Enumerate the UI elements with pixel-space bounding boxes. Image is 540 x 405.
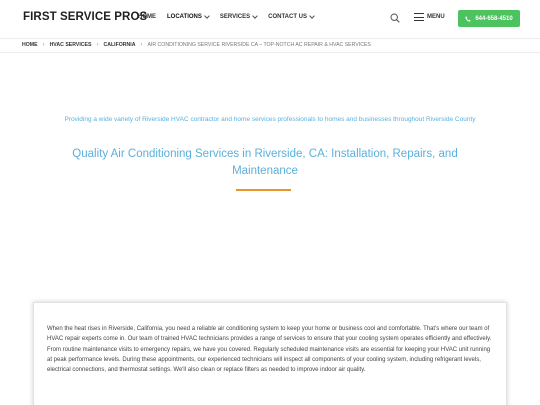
nav-home[interactable]: HOME — [138, 14, 156, 20]
breadcrumb-separator-icon: › — [140, 42, 143, 48]
site-logo[interactable]: FIRST SERVICE PROS — [23, 11, 147, 23]
search-icon[interactable] — [390, 13, 400, 23]
main-nav: HOME LOCATIONS SERVICES CONTACT US — [138, 13, 325, 20]
breadcrumb: HOME › HVAC SERVICES › CALIFORNIA › AIR … — [22, 42, 371, 48]
phone-icon — [465, 15, 471, 22]
phone-number: 644-658-4510 — [475, 15, 513, 22]
chevron-down-icon — [204, 13, 210, 19]
page-title: Quality Air Conditioning Services in Riv… — [72, 148, 458, 177]
menu-label: MENU — [427, 14, 445, 20]
nav-services-label: SERVICES — [219, 14, 251, 20]
nav-home-label: HOME — [138, 14, 156, 20]
content-card: When the heat rises in Riverside, Califo… — [33, 302, 507, 405]
chevron-down-icon — [252, 13, 258, 19]
intro-paragraph: When the heat rises in Riverside, Califo… — [47, 326, 492, 374]
menu-toggle-button[interactable]: MENU — [414, 13, 445, 21]
chevron-down-icon — [309, 13, 315, 19]
nav-locations[interactable]: LOCATIONS — [167, 13, 210, 20]
hamburger-icon — [414, 13, 424, 21]
nav-contact-us[interactable]: CONTACT US — [268, 13, 315, 20]
phone-call-button[interactable]: 644-658-4510 — [458, 10, 520, 27]
nav-services[interactable]: SERVICES — [219, 13, 258, 20]
nav-locations-label: LOCATIONS — [167, 14, 202, 20]
site-header: FIRST SERVICE PROS HOME LOCATIONS SERVIC… — [0, 0, 540, 38]
breadcrumb-separator-icon: › — [42, 42, 45, 48]
breadcrumb-hvac-services[interactable]: HVAC SERVICES — [50, 42, 92, 48]
nav-contact-label: CONTACT US — [268, 14, 308, 20]
breadcrumb-current-page: AIR CONDITIONING SERVICE RIVERSIDE CA – … — [147, 42, 371, 48]
breadcrumb-bar: HOME › HVAC SERVICES › CALIFORNIA › AIR … — [0, 38, 540, 53]
breadcrumb-home[interactable]: HOME — [22, 42, 38, 48]
breadcrumb-separator-icon: › — [96, 42, 99, 48]
breadcrumb-california[interactable]: CALIFORNIA — [103, 42, 135, 48]
title-underline-divider — [236, 189, 291, 191]
hero-tagline: Providing a wide variety of Riverside HV… — [64, 116, 476, 123]
